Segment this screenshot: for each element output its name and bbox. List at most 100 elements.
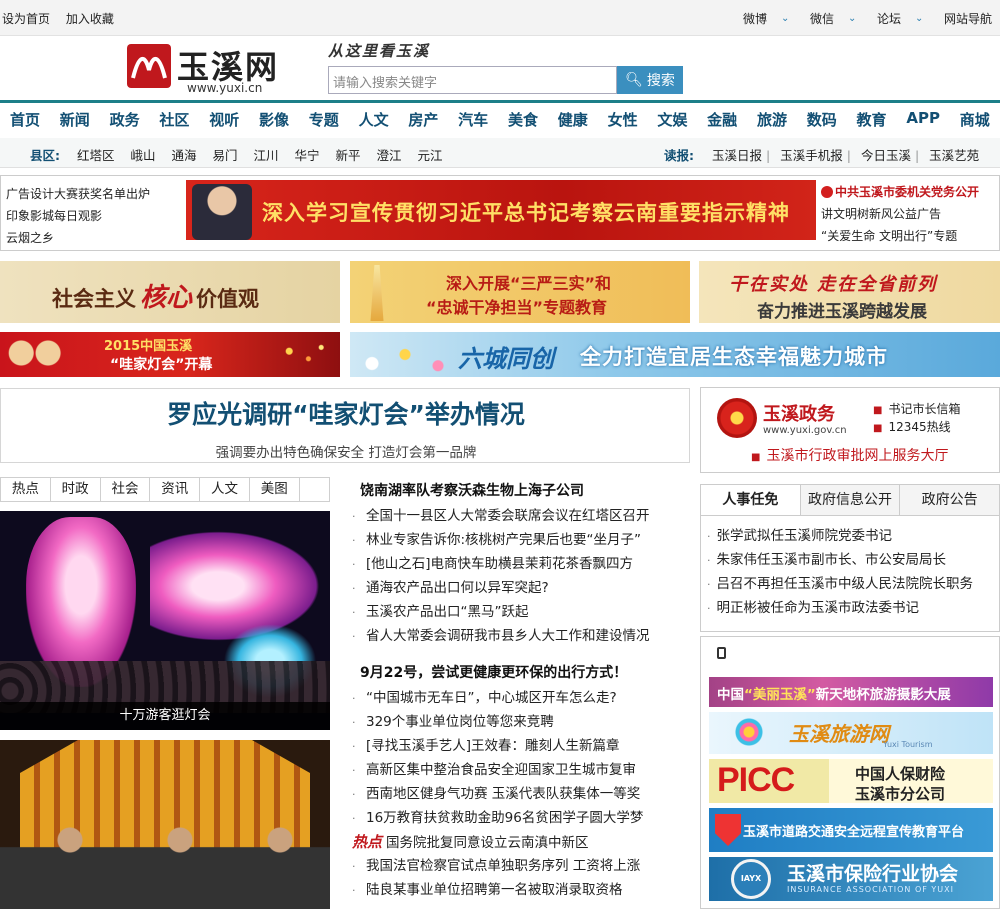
list-item[interactable]: · [他山之石]电商快车助横县茉莉花茶香飘四方	[352, 552, 692, 576]
search-button[interactable]: 🔍︎ 搜索	[617, 66, 683, 94]
list-item[interactable]: · 329个事业单位岗位等您来竞聘	[352, 710, 692, 734]
list-item[interactable]: · 我国法官检察官试点单独职务序列 工资将上涨	[352, 854, 692, 878]
nav-item[interactable]: 旅游	[757, 109, 787, 130]
nav-item[interactable]: 汽车	[458, 109, 488, 130]
search-input[interactable]: 请输入搜索关键字	[328, 66, 617, 94]
news-headline[interactable]: 9月22号，尝试更健康更环保的出行方式！	[360, 660, 692, 686]
tab-culture[interactable]: 人文	[200, 478, 250, 501]
site-nav-menu[interactable]: 网站导航	[944, 10, 992, 27]
nav-item[interactable]: 金融	[707, 109, 737, 130]
gov-link[interactable]: ■ 玉溪市行政审批网上服务大厅	[751, 445, 948, 465]
tab-hot[interactable]: 热点	[1, 478, 51, 501]
nav-item[interactable]: 房产	[408, 109, 438, 130]
nav-item[interactable]: 影像	[259, 109, 289, 130]
set-home-link[interactable]: 设为首页	[2, 12, 50, 26]
ad-tourism[interactable]: 玉溪旅游网 Yuxi Tourism	[709, 712, 993, 754]
list-item[interactable]: · 朱家伟任玉溪市副市长、市公安局局长	[707, 548, 999, 572]
tab-gallery[interactable]: 美图	[249, 478, 300, 501]
tab-gov-info[interactable]: 政府信息公开	[799, 485, 900, 515]
weibo-menu[interactable]: 微博 ⌄	[743, 10, 810, 27]
party-affairs-link[interactable]: 中共玉溪市委机关党务公开	[821, 181, 979, 203]
nav-item[interactable]: 健康	[558, 109, 588, 130]
bookmark-link[interactable]: 加入收藏	[66, 12, 114, 26]
nav-item[interactable]: 教育	[857, 109, 887, 130]
list-item[interactable]: · 省人大常委会调研我市县乡人大工作和建设情况	[352, 624, 692, 648]
county-link[interactable]: 江川	[254, 148, 279, 163]
county-link[interactable]: 元江	[418, 148, 443, 163]
nav-item[interactable]: 数码	[807, 109, 837, 130]
ad-photo-contest[interactable]: 中国“美丽玉溪”新天地杯旅游摄影大展	[709, 677, 993, 707]
headline-subtitle[interactable]: 强调要办出特色确保安全 打造灯会第一品牌	[1, 441, 691, 461]
list-item[interactable]: · 全国十一县区人大常委会联席会议在红塔区召开	[352, 504, 692, 528]
tab-politics[interactable]: 时政	[50, 478, 101, 501]
site-logo[interactable]: 玉溪网 www.yuxi.cn	[127, 44, 297, 95]
ad-insurance-assoc[interactable]: IAYX 玉溪市保险行业协会 INSURANCE ASSOCIATION OF …	[709, 857, 993, 901]
paper-link[interactable]: 玉溪日报	[712, 148, 762, 163]
ad-lantern-festival[interactable]: 2015中国玉溪 “哇家灯会”开幕	[0, 332, 340, 377]
ad-picc[interactable]: PICC 中国人保财险 玉溪市分公司	[709, 759, 993, 803]
tab-society[interactable]: 社会	[100, 478, 151, 501]
gov-link[interactable]: ■ 12345热线	[873, 418, 951, 435]
list-item[interactable]: · 张学武拟任玉溪师院党委书记	[707, 524, 999, 548]
nav-item[interactable]: 新闻	[60, 109, 90, 130]
nav-item[interactable]: 视听	[209, 109, 239, 130]
nav-item[interactable]: 女性	[608, 109, 638, 130]
hot-item[interactable]: 热点 国务院批复同意设立云南滇中新区	[352, 830, 692, 854]
officials-photo[interactable]	[0, 740, 330, 909]
paper-link[interactable]: 玉溪艺苑	[929, 148, 979, 163]
county-link[interactable]: 新平	[336, 148, 361, 163]
lantern-photo[interactable]: 十万游客逛灯会	[0, 511, 330, 730]
nav-item[interactable]: 文娱	[657, 109, 687, 130]
county-link[interactable]: 通海	[172, 148, 197, 163]
list-item[interactable]: · [寻找玉溪手艺人]王效春：雕刻人生新篇章	[352, 734, 692, 758]
list-item[interactable]: · “中国城市无车日”，中心城区开车怎么走?	[352, 686, 692, 710]
tab-gov-notices[interactable]: 政府公告	[899, 485, 999, 515]
county-link[interactable]: 澄江	[377, 148, 402, 163]
weixin-menu[interactable]: 微信 ⌄	[810, 10, 877, 27]
forum-menu[interactable]: 论坛 ⌄	[877, 10, 944, 27]
promo-link[interactable]: 云烟之乡	[6, 227, 150, 249]
county-link[interactable]: 峨山	[131, 148, 156, 163]
ad-leap-development[interactable]: 干在实处 走在全省前列 奋力推进玉溪跨越发展	[699, 261, 1000, 323]
nav-item[interactable]: 政务	[110, 109, 140, 130]
tab-info[interactable]: 资讯	[150, 478, 201, 501]
chevron-down-icon: ⌄	[915, 13, 924, 24]
list-item[interactable]: · 高新区集中整治食品安全迎国家卫生城市复审	[352, 758, 692, 782]
list-item[interactable]: · 玉溪农产品出口“黑马”跃起	[352, 600, 692, 624]
list-item[interactable]: · 16万教育扶贫救助金助96名贫困学子圆大学梦	[352, 806, 692, 830]
promo-link[interactable]: “关爱生命 文明出行”专题	[821, 225, 979, 247]
ad-core-values[interactable]: 社会主义 核心 价值观	[0, 261, 340, 323]
paper-link[interactable]: 玉溪手机报	[780, 148, 843, 163]
list-item[interactable]: · 吕召不再担任玉溪市中级人民法院院长职务	[707, 572, 999, 596]
list-item[interactable]: · 通海农产品出口何以异军突起?	[352, 576, 692, 600]
list-item[interactable]: · 明正彬被任命为玉溪市政法委书记	[707, 596, 999, 620]
gov-link[interactable]: ■ 书记市长信箱	[873, 400, 960, 417]
nav-item[interactable]: 社区	[159, 109, 189, 130]
county-link[interactable]: 易门	[213, 148, 238, 163]
nav-item[interactable]: 美食	[508, 109, 538, 130]
photo-caption[interactable]: 十万游客逛灯会	[0, 702, 330, 730]
nav-item[interactable]: 首页	[10, 109, 40, 130]
list-item[interactable]: · 西南地区健身气功赛 玉溪代表队获集体一等奖	[352, 782, 692, 806]
nav-item[interactable]: 商城	[960, 109, 990, 130]
top-banner[interactable]: 深入学习宣传贯彻习近平总书记考察云南重要指示精神	[186, 180, 816, 240]
paper-link[interactable]: 今日玉溪	[861, 148, 911, 163]
headline-title[interactable]: 罗应光调研“哇家灯会”举办情况	[1, 395, 691, 431]
ad-six-cities[interactable]: 六城同创 全力打造宜居生态幸福魅力城市	[350, 332, 1000, 377]
nav-item[interactable]: 专题	[309, 109, 339, 130]
county-link[interactable]: 华宁	[295, 148, 320, 163]
nav-item[interactable]: APP	[906, 109, 940, 130]
mobile-icon[interactable]	[717, 647, 726, 659]
ad-traffic-safety[interactable]: 玉溪市道路交通安全远程宣传教育平台	[709, 808, 993, 852]
nav-item[interactable]: 人文	[359, 109, 389, 130]
news-headline[interactable]: 饶南湖率队考察沃森生物上海子公司	[360, 478, 692, 504]
list-item[interactable]: · 林业专家告诉你:核桃树产完果后也要“坐月子”	[352, 528, 692, 552]
county-link[interactable]: 红塔区	[77, 148, 115, 163]
ad-three-stricts[interactable]: 深入开展“三严三实”和 “忠诚干净担当”专题教育	[350, 261, 690, 323]
promo-link[interactable]: 广告设计大赛获奖名单出炉	[6, 183, 150, 205]
promo-link[interactable]: 讲文明树新风公益广告	[821, 203, 979, 225]
tab-appointments[interactable]: 人事任免	[701, 485, 800, 515]
list-item[interactable]: · 陆良某事业单位招聘第一名被取消录取资格	[352, 878, 692, 902]
gov-title[interactable]: 玉溪政务	[763, 400, 835, 426]
promo-link[interactable]: 印象影城每日观影	[6, 205, 150, 227]
